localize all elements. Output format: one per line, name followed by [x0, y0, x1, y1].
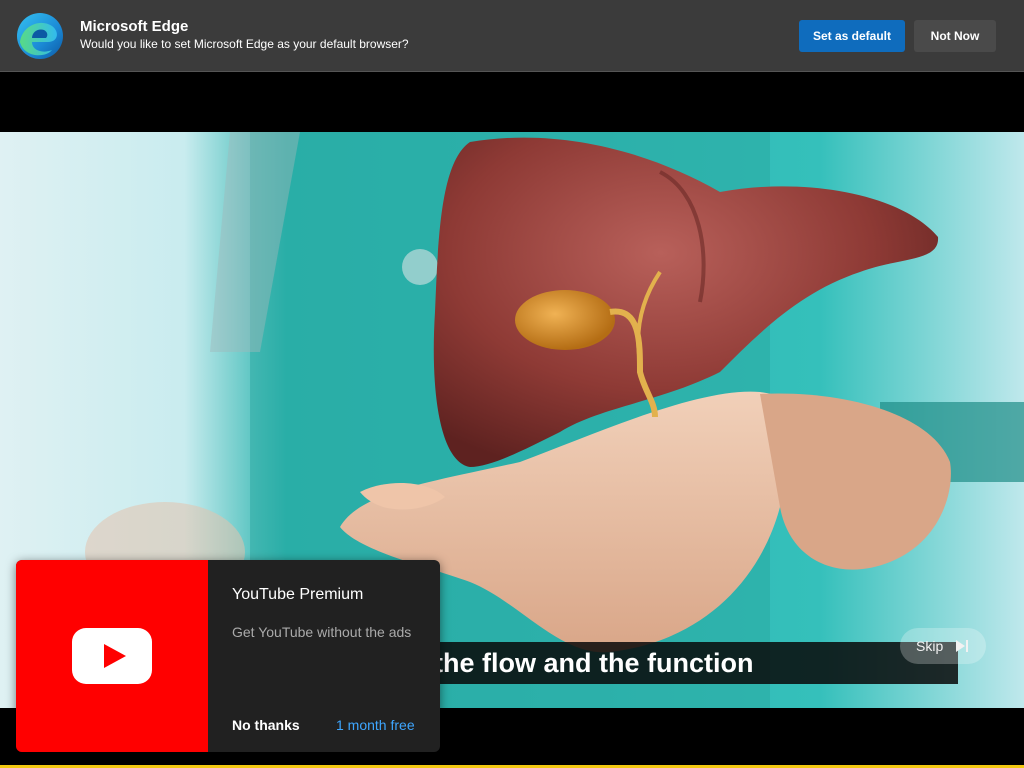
edge-prompt-title: Microsoft Edge	[80, 18, 189, 35]
edge-default-browser-bar: Microsoft Edge Would you like to set Mic…	[0, 0, 1024, 72]
promo-subtitle: Get YouTube without the ads	[232, 624, 412, 640]
edge-prompt-message: Would you like to set Microsoft Edge as …	[80, 37, 409, 51]
free-trial-button[interactable]: 1 month free	[336, 717, 415, 733]
youtube-play-icon	[72, 628, 152, 684]
no-thanks-button[interactable]: No thanks	[232, 717, 300, 733]
skip-ad-button[interactable]: Skip	[900, 628, 986, 664]
caption-bar: the flow and the function	[420, 642, 958, 684]
skip-label: Skip	[916, 638, 944, 654]
promo-brand-panel	[16, 560, 208, 752]
skip-next-icon	[956, 640, 968, 652]
video-caption: the flow and the function	[434, 648, 754, 678]
youtube-premium-promo: YouTube Premium Get YouTube without the …	[16, 560, 440, 752]
set-as-default-button[interactable]: Set as default	[799, 20, 905, 52]
promo-title: YouTube Premium	[232, 586, 364, 603]
edge-logo-icon	[17, 13, 63, 59]
not-now-button[interactable]: Not Now	[914, 20, 996, 52]
